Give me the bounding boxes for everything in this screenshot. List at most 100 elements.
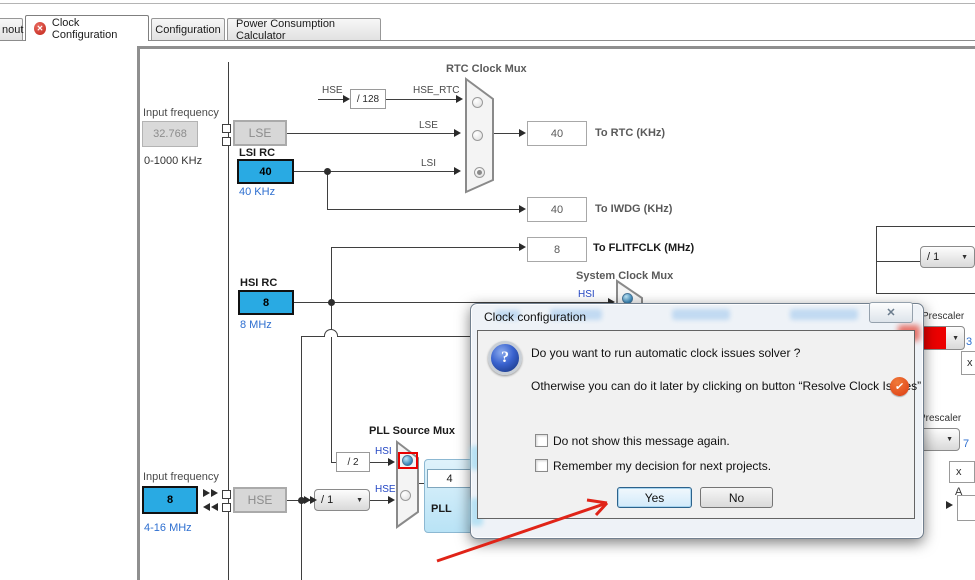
pll-hse-prediv-dropdown[interactable]: / 1 ▼ [314, 489, 370, 511]
flitfclk-freq-field[interactable]: 8 [527, 237, 587, 262]
arrowhead [388, 496, 395, 504]
wire [386, 99, 458, 100]
lse-range-label: 0-1000 KHz [144, 155, 203, 167]
wire [876, 261, 920, 262]
wire [338, 336, 470, 337]
hse-oscillator-block: HSE [233, 487, 287, 513]
pll-block-label: PLL [431, 503, 452, 515]
hsi-frequency-field[interactable]: 8 [238, 290, 294, 315]
pll-hsi-div2-box: / 2 [336, 452, 370, 472]
yes-button[interactable]: Yes [617, 487, 692, 508]
wire [327, 209, 520, 210]
pll-mux-radio-hse[interactable] [400, 490, 411, 501]
wire [301, 336, 324, 337]
iwdg-freq-field[interactable]: 40 [527, 197, 587, 222]
pll-hse-label: HSE [375, 484, 396, 495]
lse-oscillator-block: LSE [233, 120, 287, 146]
pll-input-freq-field[interactable]: 4 [427, 469, 472, 488]
diagram-top-border [137, 46, 975, 49]
arrowhead [211, 503, 218, 511]
rtc-mux-title: RTC Clock Mux [446, 63, 527, 75]
arrowhead [946, 501, 953, 509]
sysmux-hsi-label: HSI [578, 289, 595, 300]
lse-signal-label: LSE [419, 120, 438, 131]
tab-configuration-label: Configuration [155, 23, 221, 36]
chevron-down-icon: ▼ [952, 334, 959, 342]
right-partial-field[interactable] [957, 495, 975, 521]
tab-clock-configuration[interactable]: ✕ Clock Configuration [25, 15, 149, 41]
arrowhead [388, 458, 395, 466]
arrowhead [519, 205, 526, 213]
tab-pinout-partial[interactable]: nout [0, 18, 23, 40]
dont-show-again-checkbox[interactable] [535, 434, 548, 447]
remember-decision-checkbox[interactable] [535, 459, 548, 472]
tab-pinout-label: nout [2, 23, 24, 36]
wire [876, 226, 877, 293]
glass-reflection [790, 309, 858, 320]
close-icon: ✕ [886, 307, 896, 319]
wire [331, 247, 332, 462]
hse-input-frequency-field[interactable]: 8 [142, 486, 198, 514]
arrowhead [456, 95, 463, 103]
dialog-subtext: Otherwise you can do it later by clickin… [531, 379, 922, 393]
dialog-close-button[interactable]: ✕ [869, 302, 913, 323]
arrowhead [203, 503, 210, 511]
lsi-frequency-field[interactable]: 40 [237, 159, 294, 184]
wire [876, 293, 975, 294]
tab-power-calculator[interactable]: Power Consumption Calculator [227, 17, 381, 42]
wire [876, 226, 975, 227]
lsi-signal-label: LSI [421, 158, 437, 169]
arrowhead [343, 95, 350, 103]
arrowhead [454, 129, 461, 137]
lse-input-frequency-field: 32.768 [142, 121, 198, 147]
to-rtc-label: To RTC (KHz) [595, 127, 666, 139]
hse-rtc-signal-label: HSE_RTC [413, 85, 460, 96]
prescaler-value-1: 3 [966, 336, 973, 348]
chevron-down-icon: ▼ [961, 253, 968, 261]
hse-range-label: 4-16 MHz [144, 522, 192, 534]
dialog-question-text: Do you want to run automatic clock issue… [531, 346, 801, 360]
rtc-mux-radio-lsi-selected[interactable] [474, 167, 485, 178]
hsi-freq-label: 8 MHz [240, 319, 272, 331]
tab-power-calculator-label: Power Consumption Calculator [236, 17, 336, 42]
remember-decision-label: Remember my decision for next projects. [553, 459, 772, 473]
no-button[interactable]: No [700, 487, 773, 508]
wire-hop [324, 329, 338, 337]
wire [301, 336, 302, 580]
rtc-mux-radio-hse-rtc[interactable] [472, 97, 483, 108]
wire [294, 171, 459, 172]
top-border-line [0, 3, 975, 4]
to-iwdg-label: To IWDG (KHz) [595, 203, 673, 215]
dont-show-again-label: Do not show this message again. [553, 434, 730, 448]
connector-square [222, 137, 231, 146]
prescaler-value-2: 7 [963, 438, 970, 450]
lse-input-frequency-label: Input frequency [143, 107, 219, 119]
connector-square [222, 503, 231, 512]
clock-configuration-screen: nout ✕ Clock Configuration Configuration… [0, 0, 975, 580]
multiplier-box-1[interactable]: x [961, 351, 975, 375]
pll-mux-radio-hsi-selected[interactable] [402, 455, 413, 466]
arrowhead [211, 489, 218, 497]
chevron-down-icon: ▼ [356, 496, 363, 504]
arrowhead [310, 496, 317, 504]
pll-hsi-label: HSI [375, 446, 392, 457]
connector-square [222, 490, 231, 499]
wire [318, 99, 346, 100]
dialog-title: Clock configuration [484, 310, 587, 324]
hse-input-frequency-label: Input frequency [143, 471, 219, 483]
wire [287, 133, 459, 134]
arrowhead [519, 243, 526, 251]
arrowhead [519, 129, 526, 137]
to-flitfclk-label: To FLITFCLK (MHz) [593, 242, 695, 254]
multiplier-box-2[interactable]: x [949, 461, 975, 483]
wire [492, 133, 520, 134]
right-prescaler-dropdown-top[interactable]: / 1 ▼ [920, 246, 975, 268]
rtc-mux-radio-lse[interactable] [472, 130, 483, 141]
prescaler-label-2: Prescaler [919, 413, 962, 424]
tab-configuration[interactable]: Configuration [151, 18, 225, 40]
chevron-down-icon: ▼ [946, 436, 953, 443]
rtc-freq-field[interactable]: 40 [527, 121, 587, 146]
glass-reflection [672, 309, 730, 320]
arrowhead [203, 489, 210, 497]
rtc-div128-box: / 128 [350, 89, 386, 109]
